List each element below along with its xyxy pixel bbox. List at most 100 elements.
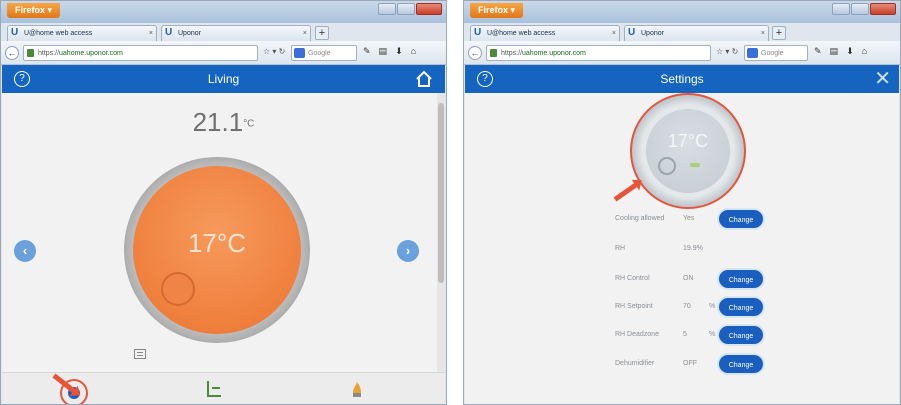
window-titlebar: Firefox ▾ <box>464 1 900 23</box>
settings-row-rh-deadzone: RH Deadzone 5 % Change <box>465 323 899 347</box>
current-temp-value: 21.1 <box>192 107 244 137</box>
tab-label: Uponor <box>178 30 201 37</box>
minimize-button[interactable] <box>832 3 850 15</box>
tab-close-icon[interactable]: × <box>612 26 616 41</box>
setting-label: Cooling allowed <box>615 215 665 222</box>
home-icon[interactable] <box>415 70 433 88</box>
search-placeholder: Google <box>308 50 331 57</box>
firefox-menu-button[interactable]: Firefox ▾ <box>7 3 61 18</box>
setpoint-value: 17°C <box>667 131 709 151</box>
firefox-menu-button[interactable]: Firefox ▾ <box>470 3 524 18</box>
url-prefix: https:// <box>38 50 60 57</box>
previous-room-button[interactable]: ‹ <box>14 240 36 262</box>
search-placeholder: Google <box>761 50 784 57</box>
download-icon[interactable]: ⬇ <box>395 46 403 57</box>
tab-label: U@home web access <box>24 30 93 37</box>
heating-icon[interactable] <box>352 381 362 397</box>
setpoint-value: 17°C <box>187 228 247 258</box>
tab-uponor[interactable]: U Uponor × <box>161 25 311 41</box>
setting-unit: % <box>709 331 716 338</box>
room-title: Living <box>207 72 240 86</box>
new-tab-button[interactable]: + <box>772 26 786 40</box>
url-dropdown-icon[interactable]: ☆ ▾ ↻ <box>263 47 285 56</box>
url-host: uahome.uponor.com <box>522 50 586 57</box>
url-bar[interactable]: https://uahome.uponor.com <box>486 45 711 61</box>
next-room-button[interactable]: › <box>397 240 419 262</box>
navigation-bar: ← https://uahome.uponor.com ☆ ▾ ↻ Google… <box>1 41 446 65</box>
tab-uhome-web-access[interactable]: U U@home web access × <box>470 25 620 41</box>
maximize-button[interactable] <box>851 3 869 15</box>
chart-icon[interactable] <box>207 381 221 397</box>
home-browser-icon[interactable]: ⌂ <box>411 46 416 57</box>
search-input[interactable]: Google <box>744 45 808 61</box>
settings-row-dehumidifier: Dehumidifier OFF Change <box>465 352 899 376</box>
window-controls <box>378 3 442 15</box>
url-host: uahome.uponor.com <box>59 50 123 57</box>
browser-toolbar-icons: ✎ ▤ ⬇ ⌂ <box>814 46 867 57</box>
tab-close-icon[interactable]: × <box>761 26 765 41</box>
dial-knob-handle[interactable] <box>658 157 676 175</box>
dial-face: 17°C <box>133 166 301 334</box>
setpoint-dial-mini[interactable]: 17°C <box>630 93 746 209</box>
download-icon[interactable]: ⬇ <box>846 46 854 57</box>
change-rh-deadzone-button[interactable]: Change <box>717 324 765 346</box>
tab-close-icon[interactable]: × <box>149 26 153 41</box>
extension-icon[interactable]: ✎ <box>363 46 371 57</box>
uponor-favicon-icon: U <box>628 27 636 38</box>
cooling-indicator-icon <box>690 163 700 167</box>
tab-label: U@home web access <box>487 30 556 37</box>
maximize-button[interactable] <box>397 3 415 15</box>
app-header: ? Living <box>2 65 445 93</box>
minimize-button[interactable] <box>378 3 396 15</box>
tab-strip: U U@home web access × U Uponor × + <box>464 23 900 41</box>
back-arrow-icon[interactable]: ← <box>5 46 19 60</box>
change-rh-setpoint-button[interactable]: Change <box>717 296 765 318</box>
setpoint-dial[interactable]: 17°C <box>124 157 310 343</box>
setting-value: Yes <box>683 215 695 222</box>
search-input[interactable]: Google <box>291 45 357 61</box>
close-window-button[interactable] <box>870 3 896 15</box>
navigation-bar: ← https://uahome.uponor.com ☆ ▾ ↻ Google… <box>464 41 900 65</box>
tab-label: Uponor <box>641 30 664 37</box>
tab-strip: U U@home web access × U Uponor × + <box>1 23 446 41</box>
change-dehumidifier-button[interactable]: Change <box>717 353 765 375</box>
setting-value: ON <box>683 275 694 282</box>
settings-row-cooling-allowed: Cooling allowed Yes Change <box>465 207 899 231</box>
setting-label: RH Deadzone <box>615 331 659 338</box>
thermostat-app: ? Living 21.1°C ‹ › 17°C <box>2 65 445 404</box>
current-temp-unit: °C <box>243 118 255 130</box>
settings-row-rh-control: RH Control ON Change <box>465 267 899 291</box>
change-cooling-button[interactable]: Change <box>717 208 765 230</box>
setting-label: RH <box>615 245 626 252</box>
dial-knob-handle[interactable] <box>161 272 195 306</box>
home-browser-icon[interactable]: ⌂ <box>862 46 867 57</box>
setting-value: 5 <box>683 331 687 338</box>
change-rh-control-button[interactable]: Change <box>717 268 765 290</box>
url-dropdown-icon[interactable]: ☆ ▾ ↻ <box>716 47 738 56</box>
tab-close-icon[interactable]: × <box>303 26 307 41</box>
tab-uhome-web-access[interactable]: U U@home web access × <box>7 25 157 41</box>
setting-value: 70 <box>683 303 691 310</box>
uponor-favicon-icon: U <box>165 27 173 38</box>
settings-row-rh-setpoint: RH Setpoint 70 % Change <box>465 295 899 319</box>
setting-unit: % <box>709 303 716 310</box>
dial-face: 17°C <box>646 109 730 193</box>
setting-label: RH Control <box>615 275 650 282</box>
setting-value: OFF <box>683 360 697 367</box>
new-tab-button[interactable]: + <box>315 26 329 40</box>
bookmarks-icon[interactable]: ▤ <box>379 46 388 57</box>
google-engine-icon <box>747 48 758 58</box>
url-bar[interactable]: https://uahome.uponor.com <box>23 45 258 61</box>
close-window-button[interactable] <box>416 3 442 15</box>
settings-row-rh: RH 19.9% <box>465 237 899 261</box>
close-icon[interactable]: ✕ <box>874 69 891 89</box>
app-header: ? Settings ✕ <box>465 65 899 93</box>
uponor-favicon-icon: U <box>11 27 19 38</box>
bookmarks-icon[interactable]: ▤ <box>830 46 839 57</box>
back-arrow-icon[interactable]: ← <box>468 46 482 60</box>
setting-value: 19.9% <box>683 245 703 252</box>
schedule-icon[interactable] <box>134 349 146 359</box>
tab-uponor[interactable]: U Uponor × <box>624 25 769 41</box>
extension-icon[interactable]: ✎ <box>814 46 822 57</box>
browser-toolbar-icons: ✎ ▤ ⬇ ⌂ <box>363 46 416 57</box>
